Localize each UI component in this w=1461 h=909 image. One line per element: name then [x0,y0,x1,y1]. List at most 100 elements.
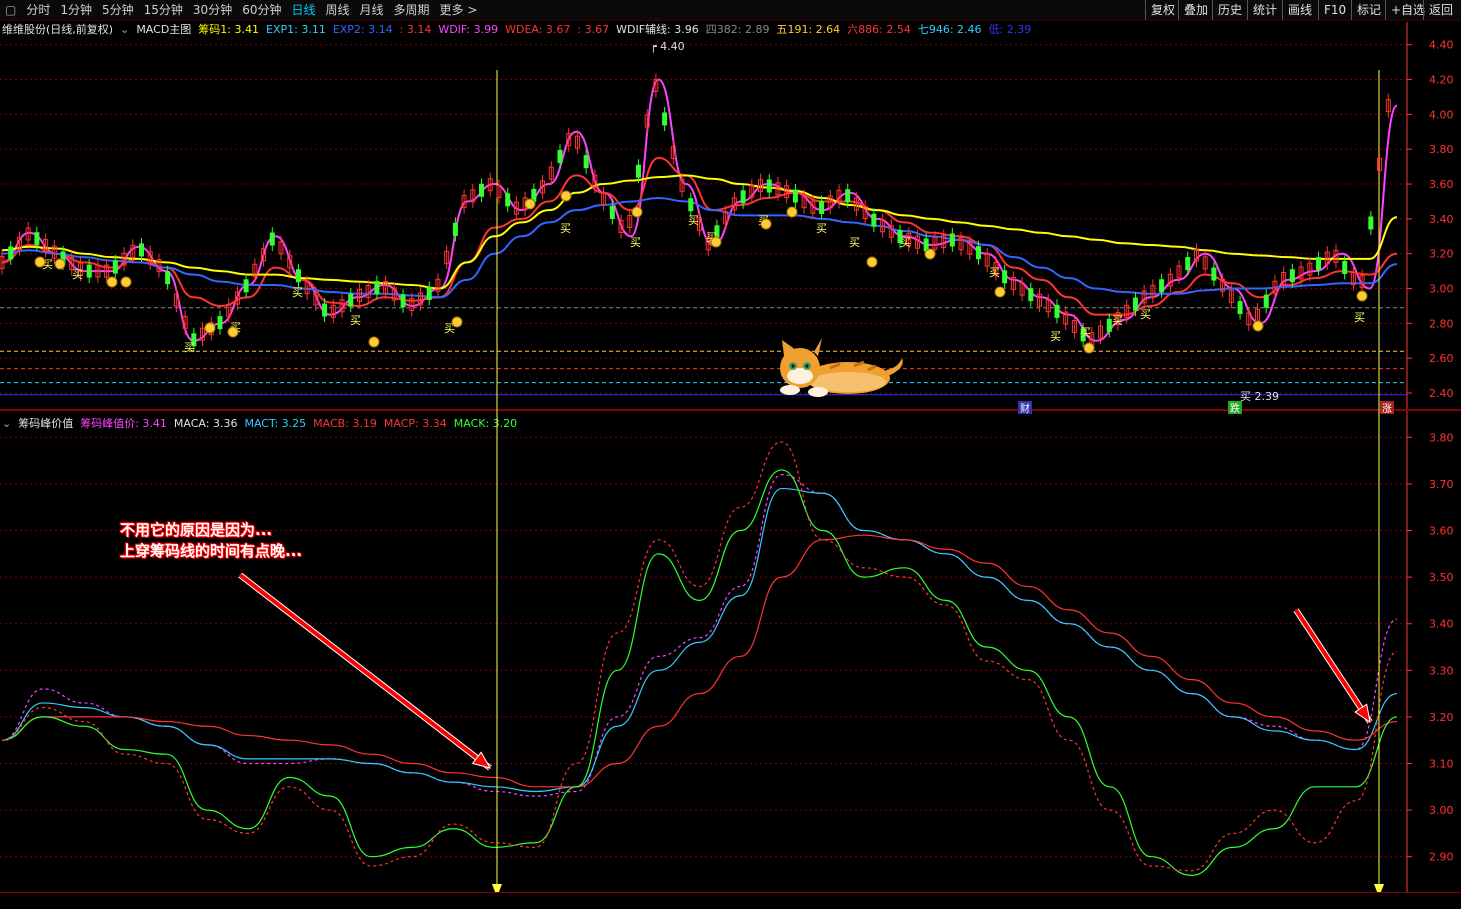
coin-icon [368,336,380,348]
annotation-text: 不用它的原因是因为... 上穿筹码线的时间有点晚... [120,520,302,562]
candle-body [217,316,223,330]
candle-body [792,189,798,203]
buy-marker: 买 [688,214,699,227]
candle-body [452,222,458,236]
coin-icon [34,256,46,268]
coin-icon [54,258,66,270]
y-tick-label: 3.60 [1429,525,1454,538]
candle-body [662,112,668,126]
candle-body [635,164,641,178]
candle-body [1002,270,1008,284]
y-tick-label: 3.00 [1429,804,1454,817]
y-tick-label: 3.20 [1429,711,1454,724]
candle-body [609,205,615,219]
series-line-0 [1,78,1398,342]
y-tick-label: 3.40 [1429,618,1454,631]
buy-marker: 买 [849,236,860,249]
y-tick-label: 3.20 [1429,248,1454,261]
candle-body [505,193,511,207]
cat-sticker-icon [780,338,903,397]
y-tick-label: 2.90 [1429,851,1454,864]
candle-body [112,260,118,274]
buy-marker: 买 [1050,330,1061,343]
coin-icon [994,286,1006,298]
event-label: 涨 [1382,403,1392,415]
coin-icon [1356,290,1368,302]
buy-marker: 买 [292,286,303,299]
candle-body [374,281,380,295]
candle-body [1054,304,1060,318]
candle-body [479,183,485,197]
candle-body [1028,288,1034,302]
candle-body [1263,294,1269,308]
buy-marker: 买 [72,268,83,281]
buy-marker: 买 [1140,308,1151,321]
y-tick-label: 3.30 [1429,664,1454,677]
candle-body [949,233,955,247]
event-label: 跌 [1230,402,1240,415]
candle-body [819,201,825,215]
coin-icon [1252,320,1264,332]
y-tick-label: 3.40 [1429,213,1454,226]
candle-body [243,279,249,293]
buy-marker: 买 [560,222,571,235]
buy-marker: 买 [1354,311,1365,324]
candle-body [766,179,772,193]
coin-icon [631,206,643,218]
coin-icon [1083,342,1095,354]
stock-chart[interactable]: 4.40 4.20 4.00 3.80 3.60 3.40 3.20 3.00 2.80 2.60… [0,0,1461,908]
peak-price-label: ┍ 4.40 [650,40,685,53]
buy-marker: 买 [1112,314,1123,327]
candle-body [1132,297,1138,311]
buy-marker: 买 [350,314,361,327]
y-tick-label: 3.50 [1429,571,1454,584]
y-tick-label: 2.80 [1429,317,1454,330]
coin-icon [524,198,536,210]
coin-icon [786,206,798,218]
candle-body [557,149,563,163]
y-tick-label: 4.00 [1429,108,1454,121]
candle-body [1316,257,1322,271]
candle-body [269,232,275,246]
event-label: 财 [1020,402,1030,415]
candle-body [1185,257,1191,271]
time-axis [0,892,1461,909]
candle-body [740,190,746,204]
candle-body [1106,318,1112,332]
annotation-line-1: 不用它的原因是因为... [120,521,273,539]
coin-icon [227,326,239,338]
candle-body [8,246,14,260]
series-line-2 [1,534,1398,788]
buy-marker: 买 [1080,326,1091,339]
candle-body [139,243,144,257]
y-tick-label: 3.60 [1429,178,1454,191]
arrow-shaft [1294,608,1372,724]
candle-body [1342,261,1348,275]
y-tick-label: 3.80 [1429,431,1454,444]
candle-body [976,246,981,260]
candle-body [86,264,92,278]
y-tick-label: 2.60 [1429,352,1454,365]
low-price-label: 买 2.39 [1240,390,1279,403]
candle-body [348,293,354,307]
buy-marker: 买 [900,236,911,249]
candle-body [688,198,694,212]
y-tick-label: 4.20 [1429,74,1454,87]
coin-icon [204,322,216,334]
candle-body [845,189,851,203]
candle-body [583,155,589,169]
y-tick-label: 3.70 [1429,478,1454,491]
candle-body [400,294,406,308]
buy-marker: 买 [989,266,1000,279]
candle-body [295,269,301,283]
y-tick-label: 3.10 [1429,758,1454,771]
candle-body [1368,216,1374,230]
y-tick-label: 3.00 [1429,283,1454,296]
coin-icon [560,190,572,202]
coin-icon [451,316,463,328]
coin-icon [866,256,878,268]
buy-marker: 买 [816,222,827,235]
candle-body [322,303,328,317]
buy-marker: 买 [630,236,641,249]
candle-body [1237,301,1243,315]
